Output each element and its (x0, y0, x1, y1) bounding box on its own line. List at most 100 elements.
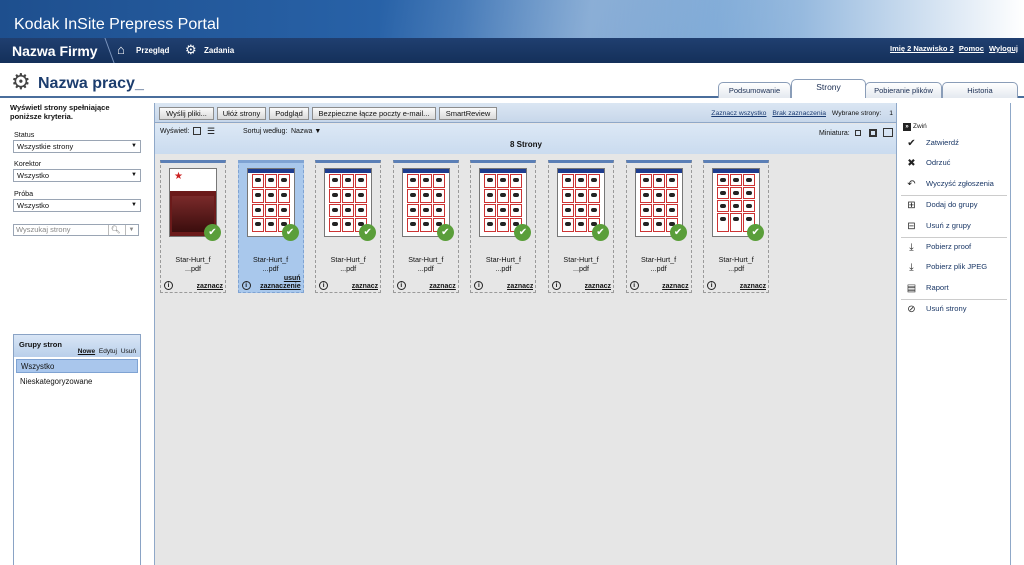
select-none-link[interactable]: Brak zaznaczenia (772, 110, 826, 117)
group-new-link[interactable]: Nowe (78, 348, 95, 355)
secure-link-button[interactable]: Bezpieczne łącze poczty e-mail... (312, 107, 436, 120)
remove-from-group-action[interactable]: ⊟ Usuń z grupy (905, 218, 970, 234)
approve-action[interactable]: ✔ Zatwierdź (905, 135, 959, 151)
group-item-all[interactable]: Wszystko (16, 359, 138, 373)
page-card[interactable]: ✔ Star-Hurt_f ...pdf i usuń zaznaczenie (237, 160, 304, 293)
select-all-link[interactable]: Zaznacz wszystko (711, 110, 766, 117)
page-select-link[interactable]: zaznacz (662, 283, 688, 290)
clear-submissions-action[interactable]: ↶ Wyczyść zgłoszenia (905, 176, 994, 192)
page-card[interactable]: ✔ Star-Hurt_f...pdfi zaznacz (470, 160, 537, 293)
search-input[interactable]: Wyszukaj strony 🔍︎ ▼ (13, 224, 139, 236)
search-dropdown-icon[interactable]: ▼ (125, 225, 137, 235)
groups-title: Grupy stron (19, 340, 62, 349)
page-title: Nazwa pracy_ (38, 75, 144, 92)
page-card[interactable]: ✔ Star-Hurt_f...pdfi zaznacz (548, 160, 614, 293)
proof-select-value: Wszystko (17, 201, 50, 210)
tab-summary[interactable]: Podsumowanie (718, 82, 791, 98)
page-card[interactable]: ✔ Star-Hurt_f...pdfi zaznacz (160, 160, 226, 293)
download-proof-label: Pobierz proof (926, 242, 972, 251)
nav-tasks[interactable]: Zadania (204, 46, 234, 55)
sort-value: Nazwa (291, 128, 313, 135)
scrollbar[interactable] (1011, 103, 1024, 565)
status-label: Status (14, 130, 35, 139)
gear-icon[interactable]: ⚙ (185, 42, 197, 58)
send-files-button[interactable]: Wyślij pliki... (159, 107, 214, 120)
arrange-pages-button[interactable]: Ułóż strony (217, 107, 266, 120)
preview-button[interactable]: Podgląd (269, 107, 309, 120)
info-icon[interactable]: i (474, 281, 484, 290)
approve-label: Zatwierdź (926, 138, 959, 147)
page-card[interactable]: ✔ Star-Hurt_f...pdfi zaznacz (703, 160, 770, 293)
proof-label: Próba (14, 189, 34, 198)
download-proof-icon: ⤓ (909, 241, 914, 253)
corrector-select[interactable]: Wszystko ▼ (13, 169, 141, 182)
sort-label: Sortuj według: (243, 128, 288, 135)
page-select-link[interactable]: usuń zaznaczenie (260, 275, 300, 291)
tab-history[interactable]: Historia (942, 82, 1018, 98)
group-delete-link[interactable]: Usuń (121, 348, 136, 355)
reject-label: Odrzuć (926, 158, 951, 167)
search-icon[interactable]: 🔍︎ (108, 225, 122, 235)
reject-action[interactable]: ✖ Odrzuć (905, 155, 950, 171)
page-select-link[interactable]: zaznacz (429, 283, 455, 290)
info-icon[interactable]: i (396, 281, 406, 290)
info-icon[interactable]: i (164, 281, 173, 290)
report-action[interactable]: ▤ Raport (905, 280, 949, 296)
approved-icon: ✔ (669, 224, 687, 241)
proof-select[interactable]: Wszystko ▼ (13, 199, 141, 212)
collapse-label: Zwiń (913, 123, 927, 130)
divider (901, 237, 1007, 238)
corrector-select-value: Wszystko (17, 171, 50, 180)
add-to-group-action[interactable]: ⊞ Dodaj do grupy (905, 197, 977, 213)
smartreview-button[interactable]: SmartReview (439, 107, 497, 120)
status-select-value: Wszystkie strony (17, 142, 74, 151)
list-view-icon[interactable]: ☰ (207, 126, 215, 137)
company-name[interactable]: Nazwa Firmy (12, 43, 98, 59)
home-icon[interactable]: ⌂ (117, 42, 125, 57)
download-proof-action[interactable]: ⤓ Pobierz proof (905, 239, 971, 255)
tab-downloads[interactable]: Pobieranie plików (865, 82, 942, 98)
page-groups-panel: Grupy stron Nowe Edytuj Usuń Wszystko Ni… (13, 334, 141, 565)
page-card[interactable]: ✔ Star-Hurt_f...pdfi zaznacz (625, 160, 692, 293)
page-select-link[interactable]: zaznacz (507, 283, 533, 290)
app-header: Kodak InSite Prepress Portal (0, 0, 1024, 38)
info-icon[interactable]: i (241, 281, 251, 290)
info-icon[interactable]: i (319, 281, 329, 290)
page-select-link[interactable]: zaznacz (352, 283, 378, 290)
add-group-icon: ⊞ (907, 199, 916, 211)
thumb-medium-icon[interactable] (869, 129, 877, 137)
tab-pages[interactable]: Strony (791, 79, 866, 98)
nav-overview[interactable]: Przegląd (136, 46, 169, 55)
page-card[interactable]: ✔ Star-Hurt_f...pdfi zaznacz (392, 160, 459, 293)
page-select-link[interactable]: zaznacz (740, 283, 766, 290)
approved-icon: ✔ (281, 224, 299, 241)
info-icon[interactable]: i (552, 281, 561, 290)
app-title: Kodak InSite Prepress Portal (14, 16, 220, 33)
sort-select[interactable]: Nazwa ▼ (291, 128, 321, 135)
download-jpeg-action[interactable]: ⤓ Pobierz plik JPEG (905, 259, 987, 275)
delete-pages-icon: ⊘ (907, 303, 916, 315)
delete-pages-action[interactable]: ⊘ Usuń strony (905, 301, 966, 317)
group-item-uncategorized[interactable]: Nieskategoryzowane (16, 375, 138, 389)
report-label: Raport (926, 283, 949, 292)
thumb-small-icon[interactable] (855, 130, 861, 137)
page-name: Star-Hurt_f ...pdf (641, 255, 677, 273)
user-name-link[interactable]: Imię 2 Nazwisko 2 (890, 44, 954, 53)
page-card[interactable]: ✔ Star-Hurt_f...pdfi zaznacz (315, 160, 382, 293)
pages-area: Wyślij pliki... Ułóż strony Podgląd Bezp… (154, 103, 897, 565)
info-icon[interactable]: i (707, 281, 717, 290)
page-name: Star-Hurt_f ...pdf (408, 255, 444, 273)
collapse-toggle[interactable]: » Zwiń (903, 123, 927, 131)
page-select-link[interactable]: zaznacz (197, 283, 223, 290)
logout-link[interactable]: Wyloguj (989, 44, 1018, 53)
reject-icon: ✖ (907, 157, 916, 169)
help-link[interactable]: Pomoc (959, 44, 984, 53)
divider (901, 195, 1007, 196)
status-select[interactable]: Wszystkie strony ▼ (13, 140, 141, 153)
thumb-large-icon[interactable] (883, 128, 893, 137)
group-edit-link[interactable]: Edytuj (99, 348, 117, 355)
view-bar: Wyświetl: ☰ Sortuj według: Nazwa ▼ Minia… (155, 124, 897, 154)
info-icon[interactable]: i (629, 281, 639, 290)
grid-view-icon[interactable] (193, 127, 201, 135)
page-select-link[interactable]: zaznacz (585, 283, 611, 290)
